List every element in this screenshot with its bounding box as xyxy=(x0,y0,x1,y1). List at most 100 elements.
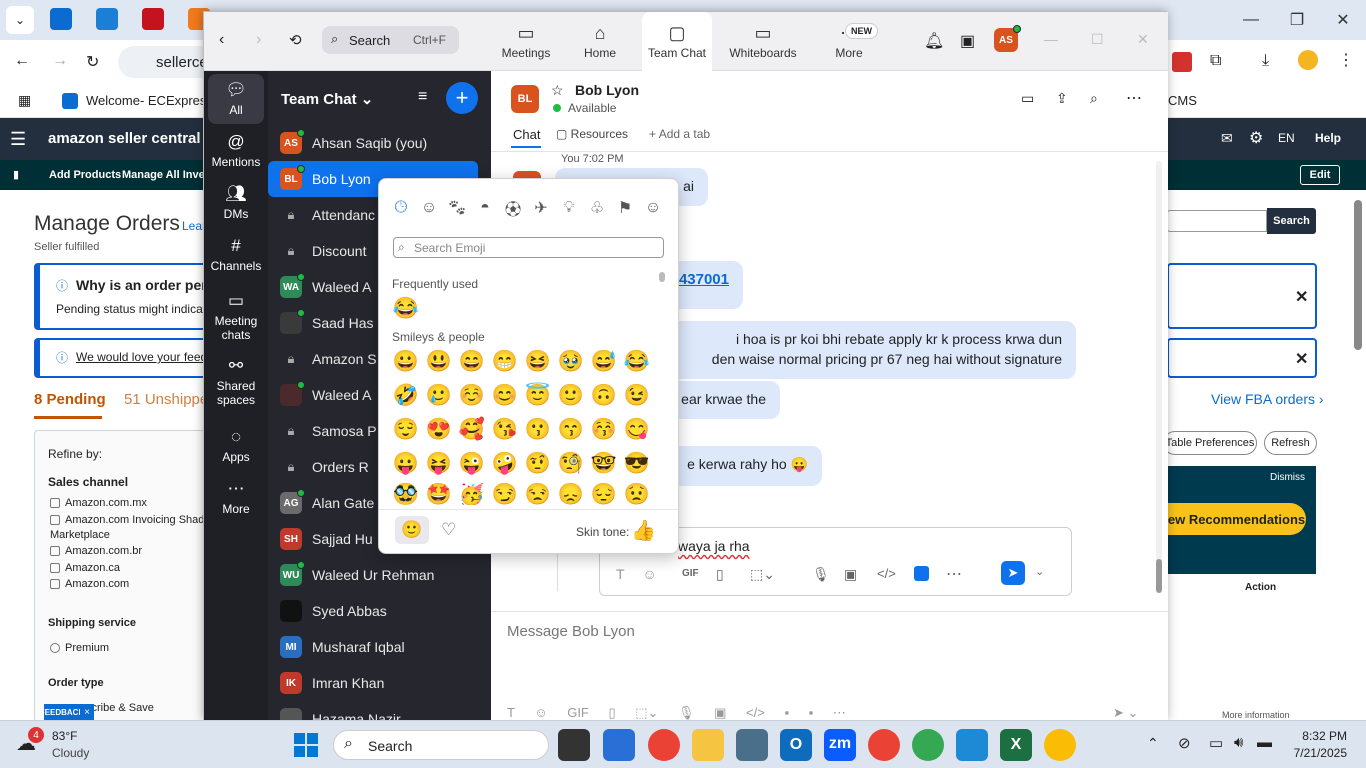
reply-text[interactable]: waya ja rha xyxy=(678,538,750,554)
animal-category-icon[interactable]: 🐾︎ xyxy=(446,197,468,219)
tab-unshipped[interactable]: 51 Unshippe xyxy=(124,391,208,408)
apps-grid-icon[interactable]: ▦ xyxy=(18,92,31,109)
close-icon[interactable]: ✕ xyxy=(1320,0,1366,40)
chrome-icon[interactable] xyxy=(648,729,680,761)
emoji-item[interactable]: 🥳 xyxy=(457,483,487,505)
filter-icon[interactable]: ≡ xyxy=(418,88,427,106)
mic-icon[interactable]: 🎙︎ xyxy=(812,566,830,583)
tab-whiteboards[interactable]: ▭ Whiteboards xyxy=(724,12,802,71)
excel-icon[interactable]: X xyxy=(1000,729,1032,761)
emoji-item[interactable]: 😘 xyxy=(490,415,520,445)
emoji-item[interactable]: 🥸 xyxy=(391,483,421,505)
bell-icon[interactable]: 🔔︎ xyxy=(924,31,944,51)
emoji-item[interactable]: 😅 xyxy=(589,347,619,377)
video-clip-icon[interactable]: ▣ xyxy=(844,566,857,583)
search-button[interactable]: Search xyxy=(1267,208,1316,234)
temperature[interactable]: 83°F xyxy=(52,729,77,743)
zoom-app-icon[interactable] xyxy=(914,566,929,581)
emoji-item[interactable]: 🧐 xyxy=(556,449,586,479)
emoji-item[interactable]: 😌 xyxy=(391,415,421,445)
rail-channels[interactable]: # Channels xyxy=(208,230,264,280)
subnav-manage-inventory[interactable]: Manage All Invent xyxy=(122,169,215,181)
feedback-link[interactable]: We would love your feedba xyxy=(76,350,221,364)
send-icon[interactable]: ➤ xyxy=(1001,561,1025,585)
food-category-icon[interactable]: ◓ xyxy=(474,197,496,219)
emoji-item[interactable]: 😆 xyxy=(523,347,553,377)
emoji-item[interactable]: ☺️ xyxy=(457,381,487,411)
language-select[interactable]: EN xyxy=(1278,131,1295,145)
chat-scrollbar-track[interactable] xyxy=(1156,161,1162,591)
pdf-extension-icon[interactable] xyxy=(1172,52,1192,72)
reload-icon[interactable]: ↻ xyxy=(86,52,99,72)
emoji-item[interactable]: 😋 xyxy=(622,415,652,445)
channel-checkbox[interactable]: Amazon.com Invoicing Shado xyxy=(50,514,211,526)
extensions-icon[interactable]: ⧉ xyxy=(1210,52,1221,70)
amazon-logo[interactable]: amazon seller central xyxy=(48,130,201,147)
tab-more[interactable]: ⋯More xyxy=(826,12,872,71)
dismiss-link[interactable]: Dismiss xyxy=(1270,472,1305,483)
rail-mentions[interactable]: @ Mentions xyxy=(208,126,264,176)
emoji-item[interactable]: 😍 xyxy=(424,415,454,445)
bookmark-welcome[interactable]: Welcome- ECExpres... xyxy=(86,93,217,108)
tab-resources[interactable]: ▢ Resources xyxy=(556,127,628,141)
emoji-item[interactable]: 😞 xyxy=(556,483,586,505)
edit-button[interactable]: Edit xyxy=(1300,165,1340,185)
tab-menu-chevron-icon[interactable]: ⌄ xyxy=(6,6,34,34)
emoji-item[interactable]: 🥹 xyxy=(556,347,586,377)
clock-date[interactable]: 7/21/2025 xyxy=(1286,746,1347,760)
chat-list-item[interactable]: AS Ahsan Saqib (you) xyxy=(280,125,478,161)
emoji-item[interactable]: 😃 xyxy=(424,347,454,377)
calculator-icon[interactable] xyxy=(736,729,768,761)
app-icon[interactable] xyxy=(956,729,988,761)
chat-list-item[interactable]: WU Waleed Ur Rehman xyxy=(280,557,478,593)
chat-list-item[interactable]: MI Musharaf Iqbal xyxy=(280,629,478,665)
emoji-item[interactable]: 😛 xyxy=(391,449,421,479)
store-icon[interactable] xyxy=(603,729,635,761)
outlook-icon[interactable]: O xyxy=(780,729,812,761)
maximize-icon[interactable]: ☐ xyxy=(1091,31,1104,48)
emoji-item[interactable]: 😒 xyxy=(523,483,553,505)
chrome-profile-icon[interactable] xyxy=(1044,729,1076,761)
minimize-icon[interactable]: — xyxy=(1228,0,1274,40)
clock-time[interactable]: 8:32 PM xyxy=(1297,729,1347,743)
file-explorer-icon[interactable] xyxy=(692,729,724,761)
channel-checkbox[interactable]: Amazon.com.br xyxy=(50,545,142,557)
emoji-item[interactable]: 😗 xyxy=(523,415,553,445)
emoji-item[interactable]: 🤓 xyxy=(589,449,619,479)
table-preferences-button[interactable]: Table Preferences xyxy=(1163,431,1257,455)
emoji-item[interactable]: 🥰 xyxy=(457,415,487,445)
history-icon[interactable]: ⟲ xyxy=(289,31,302,49)
windows-start-icon[interactable] xyxy=(294,733,318,757)
taskbar-search[interactable]: ⌕ Search xyxy=(333,730,549,760)
emoji-scrollbar[interactable] xyxy=(659,272,665,282)
tab-team-chat[interactable]: ▢ Team Chat xyxy=(642,12,712,71)
zoom-search-box[interactable]: ⌕ Search Ctrl+F xyxy=(322,26,459,54)
back-icon[interactable]: ← xyxy=(14,52,30,70)
emoji-item[interactable]: 😄 xyxy=(457,347,487,377)
chat-list-item[interactable]: IK Imran Khan xyxy=(280,665,478,701)
back-icon[interactable]: ‹ xyxy=(219,31,224,49)
emoji-item[interactable]: 🤣 xyxy=(391,381,421,411)
rail-all[interactable]: 💬︎ All xyxy=(208,74,264,124)
message-bubble[interactable]: i hoa is pr koi bhi rebate apply kr k pr… xyxy=(661,321,1076,379)
view-fba-orders-link[interactable]: View FBA orders › xyxy=(1211,391,1324,407)
emoji-item[interactable]: 😜 xyxy=(457,449,487,479)
user-avatar[interactable]: AS xyxy=(994,25,1021,52)
video-call-icon[interactable]: ▭ xyxy=(1021,90,1034,107)
weather-condition[interactable]: Cloudy xyxy=(52,746,89,760)
emoji-item[interactable]: 😙 xyxy=(556,415,586,445)
emoji-item[interactable]: 🙃 xyxy=(589,381,619,411)
composer-toolbar[interactable]: T ☺ GIF ▯ ⬚⌄ 🎙︎ ▣ </> ▪ ▪ ⋯ xyxy=(507,705,846,721)
emoji-item[interactable]: 😂 xyxy=(622,347,652,377)
mail-icon[interactable]: ✉ xyxy=(1221,130,1233,147)
more-icon[interactable]: ⋯ xyxy=(946,564,962,584)
search-icon[interactable]: ⌕ xyxy=(1090,90,1098,107)
restore-icon[interactable]: ❐ xyxy=(1274,0,1320,40)
chat-list-title[interactable]: Team Chat ⌄ xyxy=(281,90,373,108)
emoji-item[interactable]: 😉 xyxy=(622,381,652,411)
emoji-frequent[interactable]: 😂 xyxy=(391,294,421,324)
tab-chat[interactable]: Chat xyxy=(513,127,540,142)
chat-scrollbar-thumb[interactable] xyxy=(1156,559,1162,593)
screenshot-icon[interactable]: ⬚⌄ xyxy=(750,566,775,583)
tab-favicon-ec[interactable] xyxy=(50,8,72,30)
